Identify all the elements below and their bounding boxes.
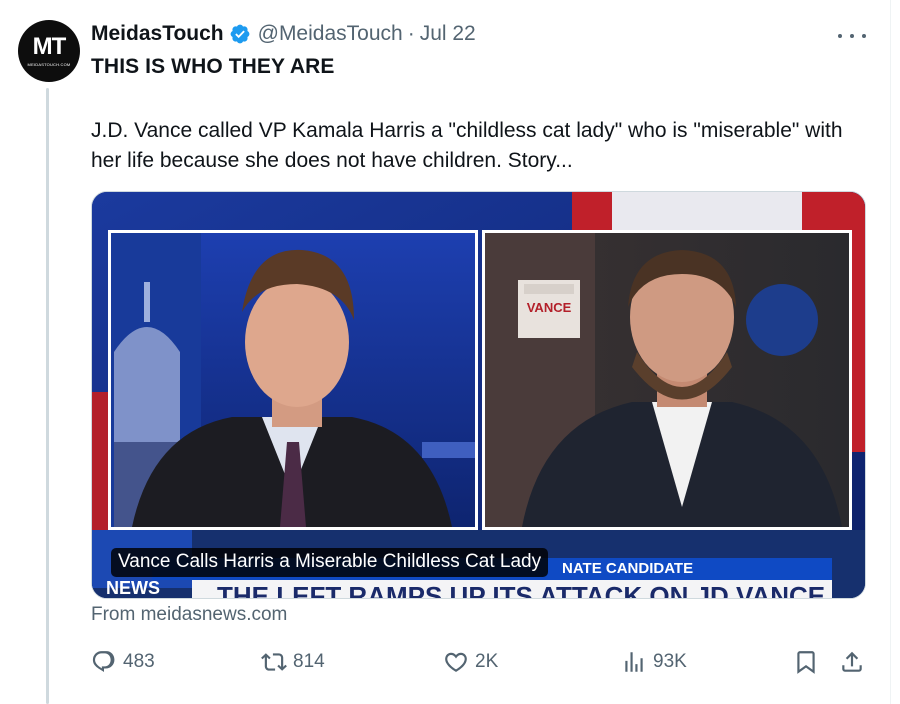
reply-icon [92,651,115,672]
network-label: NEWS [106,578,160,598]
chyron-label: NATE CANDIDATE [562,560,693,577]
video-caption: Vance Calls Harris a Miserable Childless… [111,548,549,577]
post-headline: THIS IS WHO THEY ARE [91,55,335,78]
repost-icon [261,653,287,671]
video-frame: VANCE NATE CANDIDATE NEWS THE LEFT RAMPS… [92,192,865,599]
chyron-headline: THE LEFT RAMPS UP ITS ATTACK ON JD VANCE [217,581,825,599]
more-dot [850,34,854,38]
wall-sign-text: VANCE [527,300,572,315]
post-media-video[interactable]: VANCE NATE CANDIDATE NEWS THE LEFT RAMPS… [91,191,866,599]
thread-connector-line [46,88,49,704]
post-date[interactable]: Jul 22 [420,22,476,46]
timeline-border [890,0,891,704]
more-dot [838,34,842,38]
more-dot [862,34,866,38]
bookmark-button[interactable] [793,647,825,677]
avatar-logo-text: MT [32,33,67,60]
views-button[interactable]: 93K [621,647,687,677]
reply-button[interactable]: 483 [91,647,155,677]
author-handle[interactable]: @MeidasTouch [258,22,403,46]
post-header: MeidasTouch @MeidasTouch · Jul 22 [91,21,476,47]
heart-icon [445,652,467,672]
like-button[interactable]: 2K [443,647,498,677]
share-icon [842,651,862,672]
repost-count: 814 [293,651,325,672]
header-separator: · [407,22,415,45]
views-count: 93K [653,651,687,672]
views-icon [625,652,643,672]
avatar-logo-subtext: MEIDASTOUCH.COM [27,62,71,67]
action-bar: 483 814 2K 93K [91,647,871,677]
link-source[interactable]: From meidasnews.com [91,604,287,626]
repost-button[interactable]: 814 [261,647,325,677]
post-text: J.D. Vance called VP Kamala Harris a "ch… [91,119,843,172]
verified-badge-icon[interactable] [229,23,251,45]
bookmark-icon [797,651,815,674]
author-display-name[interactable]: MeidasTouch [91,22,224,46]
avatar[interactable]: MT MEIDASTOUCH.COM [18,20,80,82]
like-count: 2K [475,651,499,672]
more-dots-icon[interactable] [838,26,866,46]
share-button[interactable] [839,647,871,677]
reply-count: 483 [123,651,155,672]
